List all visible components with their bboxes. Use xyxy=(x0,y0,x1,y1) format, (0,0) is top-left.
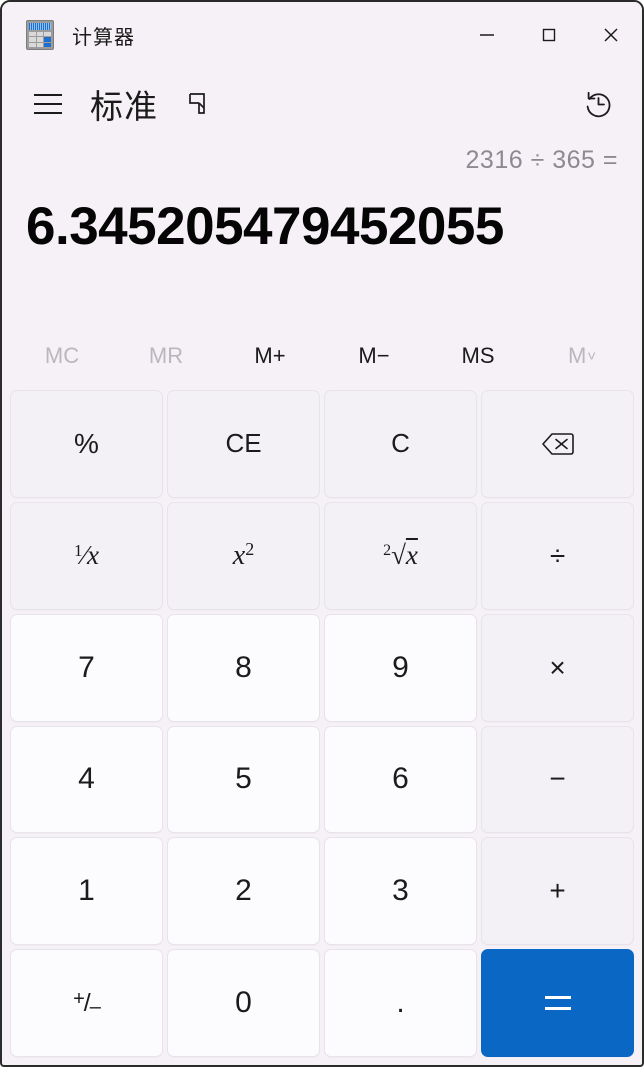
hamburger-menu-icon[interactable] xyxy=(28,84,68,124)
window-title: 计算器 xyxy=(72,26,135,49)
digit-6-button[interactable]: 6 xyxy=(324,725,477,834)
subtract-button[interactable]: − xyxy=(481,725,634,834)
digit-8-button[interactable]: 8 xyxy=(167,613,320,722)
history-icon xyxy=(586,91,611,118)
decimal-button[interactable]: . xyxy=(324,949,477,1057)
square-base: x xyxy=(232,540,246,572)
square-root-button[interactable]: 2√x xyxy=(324,501,477,610)
minimize-button[interactable] xyxy=(456,2,518,68)
digit-9-button[interactable]: 9 xyxy=(324,613,477,722)
add-label: + xyxy=(549,875,566,907)
calculator-icon xyxy=(26,20,54,50)
backspace-button[interactable] xyxy=(481,390,634,498)
digit-7-label: 7 xyxy=(78,650,95,684)
divide-label: ÷ xyxy=(549,539,566,571)
clear-button[interactable]: C xyxy=(324,390,477,498)
chevron-down-icon: ˅ xyxy=(587,348,597,365)
sqrt-base: x xyxy=(405,540,418,571)
memory-dropdown-label: M xyxy=(567,343,587,368)
digit-3-button[interactable]: 3 xyxy=(324,837,477,946)
divide-button[interactable]: ÷ xyxy=(481,501,634,610)
mode-header: 标准 xyxy=(2,68,642,140)
keep-on-top-icon xyxy=(189,93,205,114)
reciprocal-numerator: 1 xyxy=(74,541,83,561)
clear-entry-button[interactable]: CE xyxy=(167,390,320,498)
decimal-label: . xyxy=(396,986,405,1020)
digit-1-button[interactable]: 1 xyxy=(10,837,163,946)
memory-recall-button[interactable]: MR xyxy=(114,334,218,378)
clear-entry-label: CE xyxy=(225,428,262,459)
digit-2-button[interactable]: 2 xyxy=(167,837,320,946)
memory-dropdown-button[interactable]: M˅ xyxy=(530,334,634,378)
digit-1-label: 1 xyxy=(78,874,95,908)
expression-text: 2316 ÷ 365 = xyxy=(465,146,618,174)
digit-4-button[interactable]: 4 xyxy=(10,725,163,834)
negate-label: +/– xyxy=(73,987,101,1019)
title-bar: 计算器 xyxy=(2,2,642,68)
history-button[interactable] xyxy=(576,82,620,126)
square-button[interactable]: x2 xyxy=(167,501,320,610)
maximize-icon xyxy=(542,28,556,42)
minimize-icon xyxy=(480,34,494,36)
close-icon xyxy=(604,28,618,42)
memory-clear-label: MC xyxy=(44,343,80,368)
memory-store-label: MS xyxy=(461,343,495,368)
digit-5-button[interactable]: 5 xyxy=(167,725,320,834)
memory-store-button[interactable]: MS xyxy=(426,334,530,378)
equals-icon xyxy=(544,996,571,1011)
multiply-button[interactable]: × xyxy=(481,613,634,722)
maximize-button[interactable] xyxy=(518,2,580,68)
memory-subtract-label: M− xyxy=(358,343,390,368)
memory-subtract-button[interactable]: M− xyxy=(322,334,426,378)
reciprocal-base: x xyxy=(87,540,99,571)
digit-5-label: 5 xyxy=(235,762,252,796)
keep-on-top-button[interactable] xyxy=(178,85,216,123)
keypad: % CE C 1⁄x x2 2√x ÷ 7 8 9 × 4 5 6 − 1 2 … xyxy=(2,384,642,1065)
digit-0-button[interactable]: 0 xyxy=(167,949,320,1057)
add-button[interactable]: + xyxy=(481,837,634,946)
clear-label: C xyxy=(391,428,410,459)
memory-recall-label: MR xyxy=(148,343,184,368)
page-title: 标准 xyxy=(90,88,158,125)
percent-label: % xyxy=(74,427,99,459)
subtract-label: − xyxy=(549,763,566,795)
sqrt-index: 2 xyxy=(383,542,392,560)
digit-7-button[interactable]: 7 xyxy=(10,613,163,722)
multiply-label: × xyxy=(549,651,566,683)
close-button[interactable] xyxy=(580,2,642,68)
memory-add-label: M+ xyxy=(254,343,286,368)
reciprocal-label: 1⁄x xyxy=(74,540,99,571)
negate-plus: + xyxy=(73,987,85,1010)
digit-8-label: 8 xyxy=(235,650,252,684)
negate-button[interactable]: +/– xyxy=(10,949,163,1057)
digit-0-label: 0 xyxy=(235,986,252,1020)
reciprocal-button[interactable]: 1⁄x xyxy=(10,501,163,610)
memory-row: MC MR M+ M− MS M˅ xyxy=(2,328,642,384)
square-exponent: 2 xyxy=(245,539,255,560)
digit-6-label: 6 xyxy=(392,762,409,796)
result-text[interactable]: 6.345205479452055 xyxy=(26,188,618,266)
percent-button[interactable]: % xyxy=(10,390,163,498)
square-root-label: 2√x xyxy=(383,540,418,571)
negate-minus: – xyxy=(89,995,101,1018)
square-label: x2 xyxy=(233,539,254,572)
digit-4-label: 4 xyxy=(78,762,95,796)
digit-9-label: 9 xyxy=(392,650,409,684)
equals-button[interactable] xyxy=(481,949,634,1057)
window-controls xyxy=(456,2,642,68)
memory-add-button[interactable]: M+ xyxy=(218,334,322,378)
backspace-icon xyxy=(541,433,574,455)
calculator-window: 计算器 标准 2316 ÷ 365 = 6.345205479452055 MC… xyxy=(0,0,644,1067)
digit-2-label: 2 xyxy=(235,874,252,908)
memory-clear-button[interactable]: MC xyxy=(10,334,114,378)
digit-3-label: 3 xyxy=(392,874,409,908)
display-area: 2316 ÷ 365 = 6.345205479452055 xyxy=(2,140,642,266)
